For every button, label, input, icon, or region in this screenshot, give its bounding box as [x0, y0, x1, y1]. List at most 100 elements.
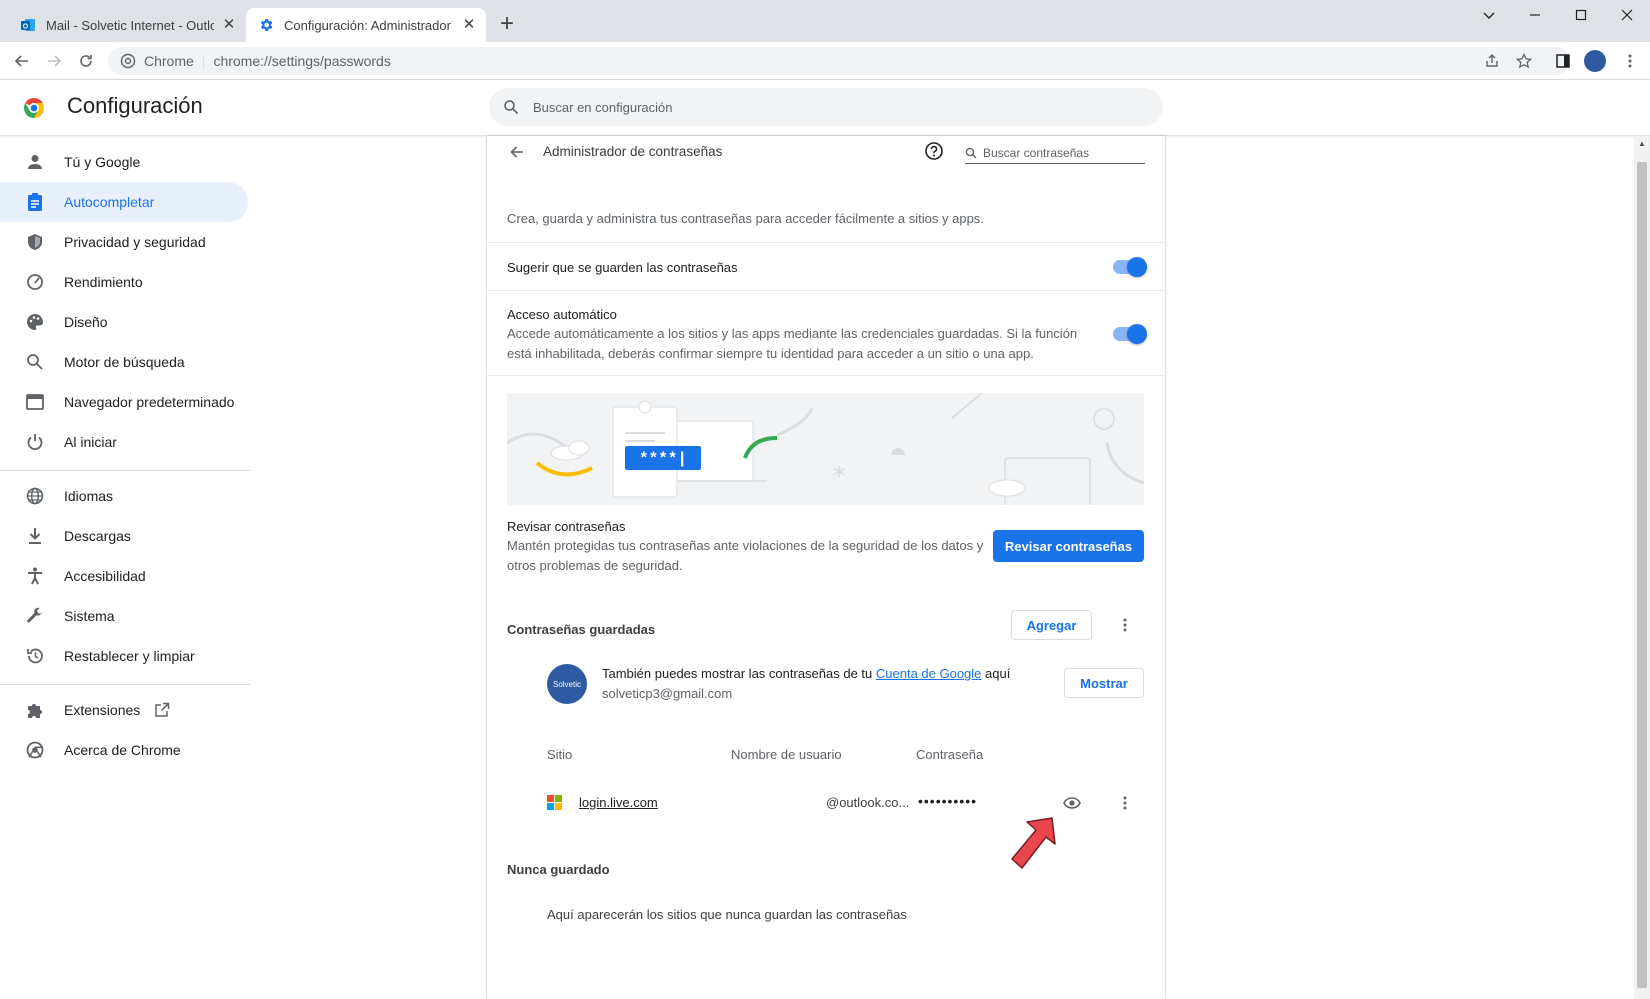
settings-sidebar: Tú y Google Autocompletar Privacidad y s…	[0, 136, 250, 999]
account-notice: También puedes mostrar las contraseñas d…	[602, 666, 1010, 681]
sidebar-item-label: Accesibilidad	[64, 568, 146, 584]
wrench-icon	[25, 606, 45, 626]
page-title: Configuración	[67, 93, 203, 118]
person-icon	[25, 152, 45, 172]
tab-title: Mail - Solvetic Internet - Outlook	[46, 17, 214, 33]
browser-icon	[25, 392, 45, 412]
never-saved-title: Nunca guardado	[507, 862, 610, 877]
account-avatar-text: Solvetic	[552, 679, 581, 689]
address-bar[interactable]: Chrome | chrome://settings/passwords	[108, 47, 1570, 75]
sidebar-item-search-engine[interactable]: Motor de búsqueda	[0, 342, 248, 382]
side-panel-icon[interactable]	[1551, 49, 1575, 73]
sidebar-item-label: Autocompletar	[64, 194, 155, 210]
saved-site-link[interactable]: login.live.com	[579, 795, 658, 810]
sidebar-divider	[0, 470, 250, 471]
sidebar-item-system[interactable]: Sistema	[0, 596, 248, 636]
search-icon	[965, 147, 977, 159]
forward-arrow-icon[interactable]	[40, 49, 68, 73]
check-passwords-desc-2: otros problemas de seguridad.	[507, 558, 683, 573]
sidebar-item-about-chrome[interactable]: Acerca de Chrome	[0, 730, 248, 770]
password-check-illustration: ****| *	[507, 393, 1144, 505]
sidebar-item-reset[interactable]: Restablecer y limpiar	[0, 636, 248, 676]
outlook-icon: O	[20, 17, 36, 33]
auto-signin-toggle[interactable]	[1113, 324, 1147, 344]
sidebar-item-on-startup[interactable]: Al iniciar	[0, 422, 248, 462]
sidebar-item-default-browser[interactable]: Navegador predeterminado	[0, 382, 248, 422]
divider	[487, 375, 1165, 376]
globe-icon	[25, 486, 45, 506]
sidebar-item-label: Diseño	[64, 314, 108, 330]
kebab-menu-icon[interactable]	[1618, 49, 1642, 73]
help-icon[interactable]	[924, 141, 944, 161]
restore-icon	[25, 646, 45, 666]
bookmark-star-icon[interactable]	[1512, 49, 1536, 73]
shield-icon	[25, 232, 45, 252]
illustration-password-text: ****|	[639, 450, 687, 468]
profile-avatar[interactable]	[1584, 50, 1606, 72]
settings-search-input[interactable]: Buscar en configuración	[489, 88, 1163, 126]
sidebar-item-extensions[interactable]: Extensiones	[0, 690, 248, 730]
row-more-actions-icon[interactable]	[1115, 793, 1135, 813]
sidebar-item-label: Descargas	[64, 528, 131, 544]
settings-gear-icon	[258, 17, 274, 33]
back-arrow-icon[interactable]	[505, 142, 529, 162]
scroll-up-icon[interactable]: ▲	[1637, 139, 1647, 149]
sidebar-item-performance[interactable]: Rendimiento	[0, 262, 248, 302]
close-icon[interactable]: ✕	[220, 16, 238, 34]
column-header-site: Sitio	[547, 747, 573, 762]
sidebar-item-accessibility[interactable]: Accesibilidad	[0, 556, 248, 596]
power-icon	[25, 432, 45, 452]
sidebar-item-languages[interactable]: Idiomas	[0, 476, 248, 516]
sidebar-item-downloads[interactable]: Descargas	[0, 516, 248, 556]
tab-outlook[interactable]: O Mail - Solvetic Internet - Outlook ✕	[8, 8, 246, 42]
password-search-placeholder: Buscar contraseñas	[983, 146, 1090, 160]
site-label: Chrome	[144, 53, 194, 69]
close-icon[interactable]: ✕	[460, 16, 478, 34]
back-arrow-icon[interactable]	[8, 49, 36, 73]
sidebar-divider	[0, 684, 250, 685]
check-passwords-button[interactable]: Revisar contraseñas	[993, 530, 1144, 562]
offer-save-label: Sugerir que se guarden las contraseñas	[507, 260, 738, 275]
scrollbar-thumb[interactable]	[1637, 162, 1647, 988]
more-actions-icon[interactable]	[1115, 615, 1135, 635]
eye-show-password-icon[interactable]	[1062, 793, 1082, 813]
sidebar-item-appearance[interactable]: Diseño	[0, 302, 248, 342]
auto-signin-desc-2: está inhabilitada, deberás confirmar sie…	[507, 346, 1034, 361]
puzzle-icon	[25, 700, 45, 720]
sidebar-item-you-and-google[interactable]: Tú y Google	[0, 142, 248, 182]
svg-text:O: O	[23, 23, 29, 30]
never-saved-empty-text: Aquí aparecerán los sitios que nunca gua…	[547, 907, 907, 922]
show-passwords-button[interactable]: Mostrar	[1064, 668, 1144, 698]
settings-search-placeholder: Buscar en configuración	[533, 99, 673, 115]
new-tab-button[interactable]: +	[494, 12, 520, 38]
share-icon[interactable]	[1480, 49, 1504, 73]
chrome-icon	[25, 740, 45, 760]
sidebar-item-label: Rendimiento	[64, 274, 143, 290]
sidebar-item-label: Tú y Google	[64, 154, 141, 170]
section-title: Administrador de contraseñas	[543, 144, 723, 159]
omnibox-separator: |	[201, 53, 206, 69]
google-account-link[interactable]: Cuenta de Google	[876, 666, 982, 681]
check-passwords-desc-1: Mantén protegidas tus contraseñas ante v…	[507, 538, 984, 553]
auto-signin-desc-1: Accede automáticamente a los sitios y la…	[507, 326, 1078, 341]
minimize-icon[interactable]	[1512, 0, 1558, 30]
check-passwords-title: Revisar contraseñas	[507, 519, 626, 534]
divider	[487, 290, 1165, 291]
sidebar-item-label: Sistema	[64, 608, 115, 624]
sidebar-item-autofill[interactable]: Autocompletar	[0, 182, 248, 222]
tab-search-chevron-icon[interactable]	[1466, 0, 1512, 30]
microsoft-favicon-icon	[547, 795, 562, 810]
tab-settings[interactable]: Configuración: Administrador de ✕	[246, 8, 486, 42]
account-email: solveticp3@gmail.com	[602, 686, 733, 701]
reload-icon[interactable]	[72, 49, 100, 73]
offer-save-toggle[interactable]	[1113, 257, 1147, 277]
window-close-icon[interactable]	[1604, 0, 1650, 30]
add-password-button[interactable]: Agregar	[1011, 610, 1092, 640]
column-header-username: Nombre de usuario	[731, 747, 842, 762]
sidebar-item-privacy[interactable]: Privacidad y seguridad	[0, 222, 248, 262]
maximize-icon[interactable]	[1558, 0, 1604, 30]
saved-password-masked: ••••••••••	[918, 793, 978, 809]
sidebar-item-label: Motor de búsqueda	[64, 354, 185, 370]
accessibility-icon	[25, 566, 45, 586]
password-search-input[interactable]: Buscar contraseñas	[965, 143, 1145, 164]
